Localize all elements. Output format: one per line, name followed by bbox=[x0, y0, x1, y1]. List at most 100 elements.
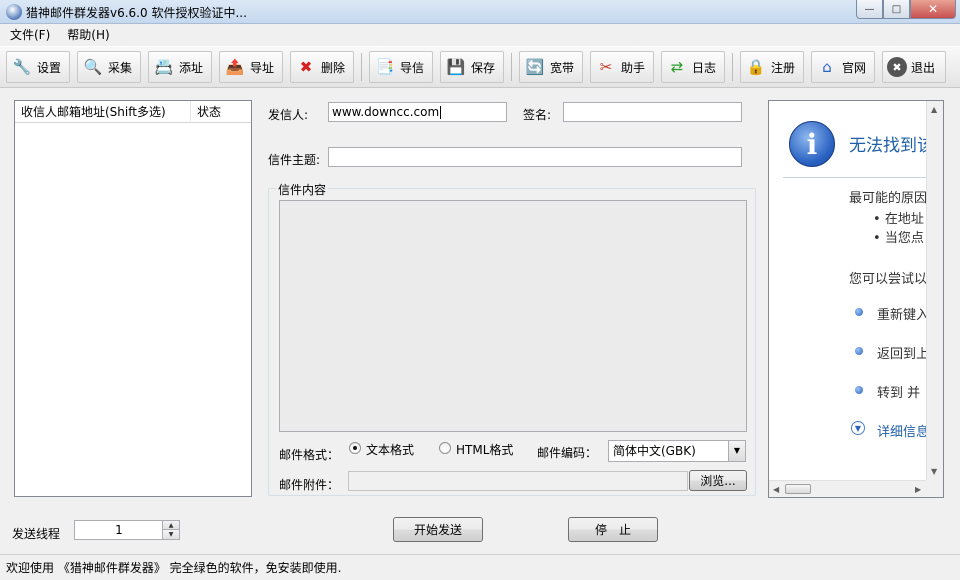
format-html-radio[interactable] bbox=[439, 442, 451, 454]
bullet-dot-icon bbox=[855, 308, 863, 316]
toolbar-label: 添址 bbox=[179, 60, 204, 75]
subject-label: 信件主题: bbox=[268, 153, 321, 167]
encoding-select[interactable]: 简体中文(GBK) ▼ bbox=[608, 440, 746, 462]
sender-label: 发信人: bbox=[268, 108, 309, 122]
close-button[interactable]: ✕ bbox=[910, 0, 956, 19]
column-header-address[interactable]: 收信人邮箱地址(Shift多选) bbox=[15, 101, 191, 123]
scroll-thumb[interactable] bbox=[785, 484, 811, 494]
home-icon: ⌂ bbox=[822, 57, 832, 76]
scissors-icon: ✂ bbox=[599, 57, 613, 76]
cause-item-text: 在地址 bbox=[884, 212, 924, 227]
threads-spinner[interactable]: 1 ▲ ▼ bbox=[74, 520, 180, 540]
suggestion-item: 重新键入 bbox=[877, 308, 927, 323]
signature-label: 签名: bbox=[523, 108, 552, 122]
scrollbar-corner bbox=[926, 480, 943, 497]
toolbar-website-button[interactable]: ⌂ 官网 bbox=[811, 51, 875, 83]
toolbar-broadband-button[interactable]: 🔄 宽带 bbox=[519, 51, 583, 83]
encoding-label: 邮件编码： bbox=[537, 446, 598, 460]
status-text: 欢迎使用 《猎神邮件群发器》 完全绿色的软件，免安装即使用. bbox=[6, 561, 342, 575]
bullet-dot-icon bbox=[855, 386, 863, 394]
subject-input[interactable] bbox=[328, 147, 742, 167]
browse-button[interactable]: 浏览... bbox=[689, 470, 747, 491]
chevron-down-icon[interactable]: ▼ bbox=[851, 421, 865, 435]
cause-item-text: 当您点 bbox=[884, 231, 924, 246]
app-window: 猎神邮件群发器v6.6.0 软件授权验证中... — □ ✕ 文件(F) 帮助(… bbox=[0, 0, 960, 580]
toolbar-label: 助手 bbox=[621, 60, 646, 75]
threads-value[interactable]: 1 bbox=[75, 521, 163, 539]
toolbar-exit-button[interactable]: ✖ 退出 bbox=[882, 51, 946, 83]
log-arrows-icon: ⇄ bbox=[670, 57, 684, 76]
suggestion-item[interactable]: 返回到上 bbox=[877, 343, 927, 362]
toolbar-label: 采集 bbox=[108, 60, 133, 75]
lock-icon: 🔒 bbox=[746, 57, 766, 76]
encoding-value: 简体中文(GBK) bbox=[613, 444, 696, 458]
format-text-radio[interactable] bbox=[349, 442, 361, 454]
try-heading: 您可以尝试以 bbox=[849, 272, 927, 287]
exit-icon: ✖ bbox=[887, 57, 907, 77]
content-textarea[interactable] bbox=[279, 200, 747, 432]
stop-button[interactable]: 停 止 bbox=[568, 517, 658, 542]
toolbar-export-address-button[interactable]: 📤 导址 bbox=[219, 51, 283, 83]
status-bar: 欢迎使用 《猎神邮件群发器》 完全绿色的软件，免安装即使用. bbox=[0, 554, 960, 580]
info-icon: i bbox=[789, 121, 835, 167]
column-header-status[interactable]: 状态 bbox=[191, 101, 253, 123]
recipient-list[interactable]: 收信人邮箱地址(Shift多选) 状态 bbox=[14, 100, 252, 497]
toolbar-register-button[interactable]: 🔒 注册 bbox=[740, 51, 804, 83]
cause-item: • 在地址 bbox=[873, 212, 924, 227]
wrench-icon: 🔧 bbox=[12, 57, 32, 76]
toolbar-label: 注册 bbox=[771, 60, 796, 75]
signature-input[interactable] bbox=[563, 102, 742, 122]
save-icon: 💾 bbox=[446, 57, 466, 76]
toolbar-settings-button[interactable]: 🔧 设置 bbox=[6, 51, 70, 83]
toolbar-separator bbox=[732, 53, 733, 81]
export-address-icon: 📤 bbox=[225, 57, 245, 76]
content-legend: 信件内容 bbox=[276, 181, 329, 198]
sender-input[interactable]: www.downcc.com bbox=[328, 102, 507, 122]
toolbar-separator bbox=[361, 53, 362, 81]
start-send-button[interactable]: 开始发送 bbox=[393, 517, 483, 542]
toolbar-collect-button[interactable]: 🔍 采集 bbox=[77, 51, 141, 83]
vertical-scrollbar[interactable]: ▲ ▼ bbox=[926, 101, 943, 481]
spinner-down-icon[interactable]: ▼ bbox=[163, 530, 179, 539]
toolbar-delete-button[interactable]: ✖ 删除 bbox=[290, 51, 354, 83]
toolbar-label: 保存 bbox=[471, 60, 496, 75]
format-html-label[interactable]: HTML格式 bbox=[456, 441, 513, 458]
minimize-button[interactable]: — bbox=[856, 0, 883, 19]
scroll-left-icon[interactable]: ◀ bbox=[773, 485, 779, 494]
text-caret bbox=[440, 106, 442, 119]
toolbar-add-address-button[interactable]: 📇 添址 bbox=[148, 51, 212, 83]
attachment-label: 邮件附件： bbox=[279, 478, 340, 492]
cause-item: • 当您点 bbox=[873, 231, 924, 246]
divider bbox=[783, 177, 927, 178]
error-title: 无法找到该 bbox=[849, 136, 927, 156]
toolbar-log-button[interactable]: ⇄ 日志 bbox=[661, 51, 725, 83]
toolbar-assistant-button[interactable]: ✂ 助手 bbox=[590, 51, 654, 83]
scroll-up-icon[interactable]: ▲ bbox=[931, 105, 937, 114]
toolbar: 🔧 设置 🔍 采集 📇 添址 📤 导址 ✖ 删除 📑 导信 💾 保存 🔄 宽带 … bbox=[0, 46, 960, 88]
toolbar-import-letter-button[interactable]: 📑 导信 bbox=[369, 51, 433, 83]
horizontal-scrollbar[interactable]: ◀ ▶ bbox=[769, 480, 927, 497]
toolbar-label: 宽带 bbox=[550, 60, 575, 75]
toolbar-label: 设置 bbox=[37, 60, 62, 75]
delete-x-icon: ✖ bbox=[299, 57, 313, 76]
toolbar-save-button[interactable]: 💾 保存 bbox=[440, 51, 504, 83]
details-link[interactable]: 详细信息 bbox=[877, 421, 927, 440]
scroll-right-icon[interactable]: ▶ bbox=[915, 485, 921, 494]
title-bar: 猎神邮件群发器v6.6.0 软件授权验证中... — □ ✕ bbox=[0, 0, 960, 24]
threads-label: 发送线程 bbox=[12, 527, 61, 541]
toolbar-label: 退出 bbox=[911, 60, 936, 75]
attachment-input[interactable] bbox=[348, 471, 688, 491]
toolbar-label: 导信 bbox=[400, 60, 425, 75]
import-letter-icon: 📑 bbox=[375, 57, 395, 76]
spinner-up-icon[interactable]: ▲ bbox=[163, 521, 179, 530]
format-text-label[interactable]: 文本格式 bbox=[366, 441, 414, 458]
format-label: 邮件格式： bbox=[279, 448, 340, 462]
menu-help[interactable]: 帮助(H) bbox=[57, 26, 116, 43]
toolbar-label: 日志 bbox=[692, 60, 717, 75]
maximize-button[interactable]: □ bbox=[883, 0, 910, 19]
spinner-buttons: ▲ ▼ bbox=[162, 521, 179, 539]
scroll-down-icon[interactable]: ▼ bbox=[931, 467, 937, 476]
window-controls: — □ ✕ bbox=[856, 0, 956, 19]
toolbar-label: 删除 bbox=[321, 60, 346, 75]
menu-file[interactable]: 文件(F) bbox=[0, 26, 57, 43]
